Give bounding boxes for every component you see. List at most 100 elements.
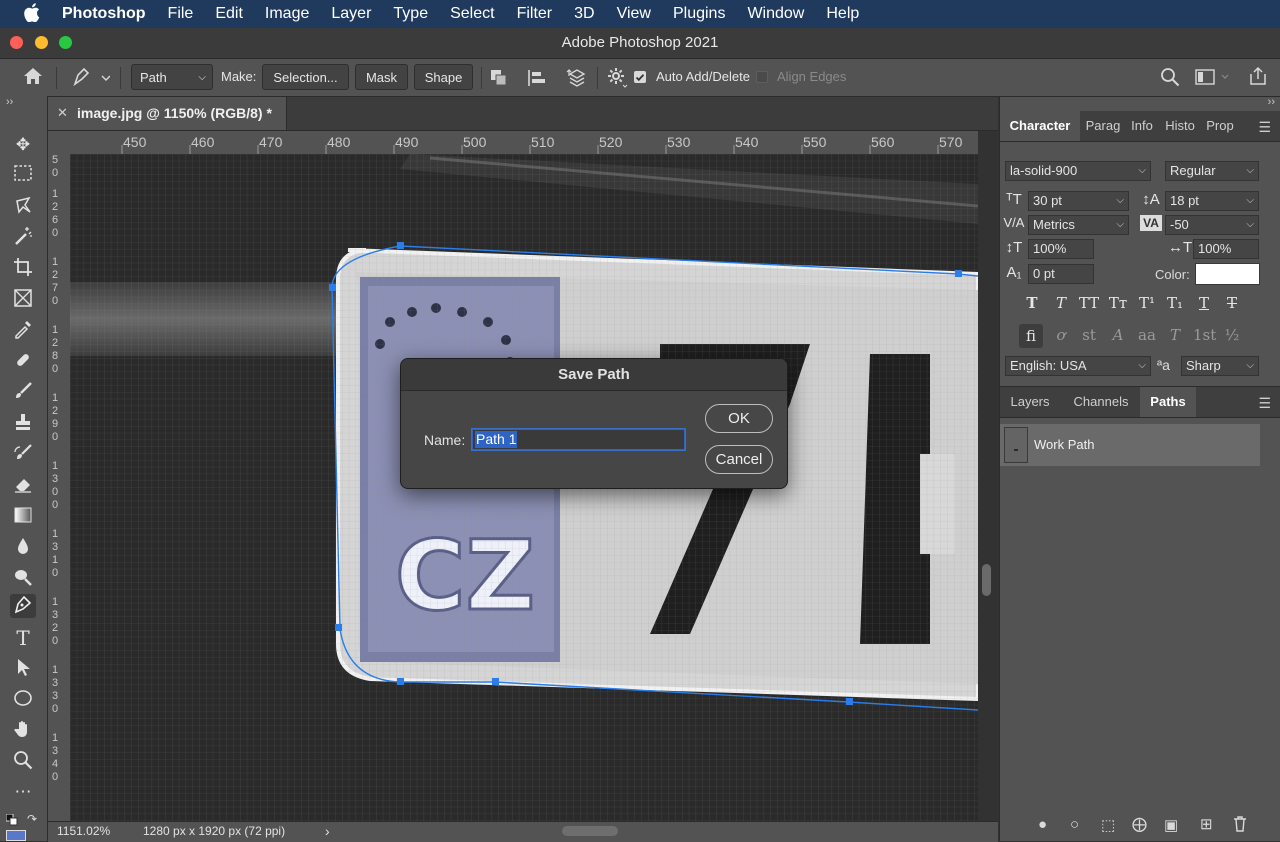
font-style-select[interactable]: Regular ⌵ (1165, 161, 1259, 181)
healing-brush-tool-icon[interactable] (10, 350, 36, 374)
cancel-button[interactable]: Cancel (705, 445, 773, 474)
faux-bold-button[interactable]: T (1021, 294, 1043, 312)
fill-path-icon[interactable]: ● (1038, 816, 1047, 833)
menu-layer[interactable]: Layer (331, 5, 371, 23)
path-arrangement-icon[interactable] (566, 67, 588, 94)
underline-button[interactable]: T (1193, 294, 1215, 312)
stroke-path-icon[interactable]: ○ (1070, 816, 1079, 833)
menu-filter[interactable]: Filter (517, 5, 553, 23)
subscript-button[interactable]: T₁ (1164, 294, 1186, 312)
new-path-icon[interactable]: ⊞ (1200, 815, 1213, 833)
menu-type[interactable]: Type (393, 5, 428, 23)
small-caps-button[interactable]: Tт (1107, 294, 1129, 312)
menu-select[interactable]: Select (450, 5, 494, 23)
path-operations-icon[interactable] (489, 68, 509, 93)
tab-paths[interactable]: Paths (1140, 387, 1196, 417)
tab-histogram[interactable]: Histo (1162, 111, 1198, 141)
tab-layers[interactable]: Layers (1000, 387, 1060, 417)
tab-info[interactable]: Info (1124, 111, 1160, 141)
kerning-select[interactable]: Metrics ⌵ (1028, 215, 1129, 235)
menu-window[interactable]: Window (747, 5, 804, 23)
share-icon[interactable] (1248, 66, 1268, 91)
vertical-scrollbar[interactable] (978, 131, 998, 821)
menu-file[interactable]: File (168, 5, 194, 23)
menu-photoshop[interactable]: Photoshop (62, 5, 146, 23)
marquee-tool-icon[interactable] (10, 164, 36, 188)
move-tool-icon[interactable]: ✥ (10, 133, 36, 157)
tab-channels[interactable]: Channels (1062, 387, 1140, 417)
menu-image[interactable]: Image (265, 5, 309, 23)
language-select[interactable]: English: USA ⌵ (1005, 356, 1151, 376)
auto-add-delete-checkbox[interactable] (634, 71, 646, 83)
type-tool-icon[interactable]: T (10, 626, 36, 650)
collapse-panel-icon[interactable]: ›› (6, 96, 13, 108)
panel-menu-icon[interactable]: ☰ (1258, 119, 1271, 136)
stylistic-alternates-button[interactable]: aa (1136, 326, 1158, 344)
magic-wand-tool-icon[interactable] (10, 226, 36, 250)
menu-plugins[interactable]: Plugins (673, 5, 725, 23)
vertical-ruler[interactable]: 50 1260 1270 1280 1290 1300 1310 1320 13… (48, 154, 71, 821)
zoom-tool-icon[interactable] (10, 750, 36, 774)
horizontal-scroll-thumb[interactable] (562, 826, 618, 836)
more-tools-icon[interactable]: ⋯ (10, 780, 36, 804)
close-document-icon[interactable]: ✕ (57, 105, 68, 121)
menu-edit[interactable]: Edit (215, 5, 243, 23)
tracking-select[interactable]: -50 ⌵ (1165, 215, 1259, 235)
panel-menu-icon[interactable]: ☰ (1258, 395, 1271, 412)
blur-tool-icon[interactable] (10, 536, 36, 560)
ellipse-tool-icon[interactable] (10, 688, 36, 712)
path-alignment-icon[interactable] (527, 68, 549, 93)
make-mask-button[interactable]: Mask (355, 64, 408, 90)
make-shape-button[interactable]: Shape (414, 64, 473, 90)
antialias-select[interactable]: Sharp ⌵ (1181, 356, 1259, 376)
status-menu-chevron-icon[interactable]: › (325, 823, 330, 839)
make-selection-button[interactable]: Selection... (262, 64, 349, 90)
horizontal-scale-field[interactable]: 100% (1193, 239, 1259, 259)
ruler-origin[interactable] (48, 131, 70, 154)
eraser-tool-icon[interactable] (10, 474, 36, 498)
font-family-select[interactable]: la-solid-900 ⌵ (1005, 161, 1151, 181)
workspace-icon[interactable] (1195, 68, 1229, 91)
path-item-work-path[interactable]: Work Path (1000, 424, 1260, 466)
baseline-shift-field[interactable]: 0 pt (1028, 264, 1094, 284)
search-icon[interactable] (1160, 67, 1180, 92)
align-edges-checkbox[interactable] (756, 71, 768, 83)
tab-character[interactable]: Character (1000, 111, 1080, 141)
zoom-level[interactable]: 1151.02% (57, 824, 110, 838)
pen-tool-icon[interactable] (10, 594, 36, 618)
load-as-selection-icon[interactable]: ⬚ (1101, 816, 1115, 834)
menu-view[interactable]: View (617, 5, 651, 23)
discretionary-ligatures-button[interactable]: st (1078, 326, 1100, 344)
fractions-button[interactable]: ½ (1221, 326, 1243, 344)
tab-paragraph[interactable]: Parag (1084, 111, 1122, 141)
frame-tool-icon[interactable] (10, 288, 36, 312)
vertical-scroll-thumb[interactable] (982, 564, 991, 596)
path-name-input[interactable]: Path 1 (472, 429, 685, 450)
add-mask-icon[interactable]: ▣ (1164, 816, 1178, 834)
font-size-field[interactable]: 30 pt ⌵ (1028, 191, 1129, 211)
tool-mode-select[interactable]: Path ⌵ (131, 64, 213, 90)
superscript-button[interactable]: T¹ (1136, 294, 1158, 312)
eyedropper-tool-icon[interactable] (10, 319, 36, 343)
vertical-scale-field[interactable]: 100% (1028, 239, 1094, 259)
collapse-dock-icon[interactable]: ›› (1268, 96, 1275, 108)
menu-help[interactable]: Help (826, 5, 859, 23)
swash-button[interactable]: A (1107, 326, 1129, 344)
dodge-tool-icon[interactable] (10, 567, 36, 591)
lasso-tool-icon[interactable] (10, 195, 36, 219)
gear-icon[interactable] (607, 67, 629, 94)
ligatures-button[interactable]: fi (1019, 324, 1043, 348)
foreground-color-swatch[interactable] (6, 830, 26, 841)
strikethrough-button[interactable]: T (1221, 294, 1243, 312)
hand-tool-icon[interactable] (10, 719, 36, 743)
stamp-tool-icon[interactable] (10, 412, 36, 436)
menu-3d[interactable]: 3D (574, 5, 594, 23)
make-work-path-icon[interactable]: ⨁ (1132, 815, 1147, 833)
titling-alternates-button[interactable]: T (1164, 326, 1186, 344)
ok-button[interactable]: OK (705, 404, 773, 433)
delete-path-icon[interactable] (1232, 815, 1248, 836)
pen-tool-preset-icon[interactable] (72, 67, 111, 92)
swap-colors-icon[interactable]: ↷ (27, 812, 37, 826)
horizontal-ruler[interactable]: 450 460 470 480 490 500 510 520 530 540 … (70, 131, 978, 155)
path-selection-tool-icon[interactable] (10, 657, 36, 681)
